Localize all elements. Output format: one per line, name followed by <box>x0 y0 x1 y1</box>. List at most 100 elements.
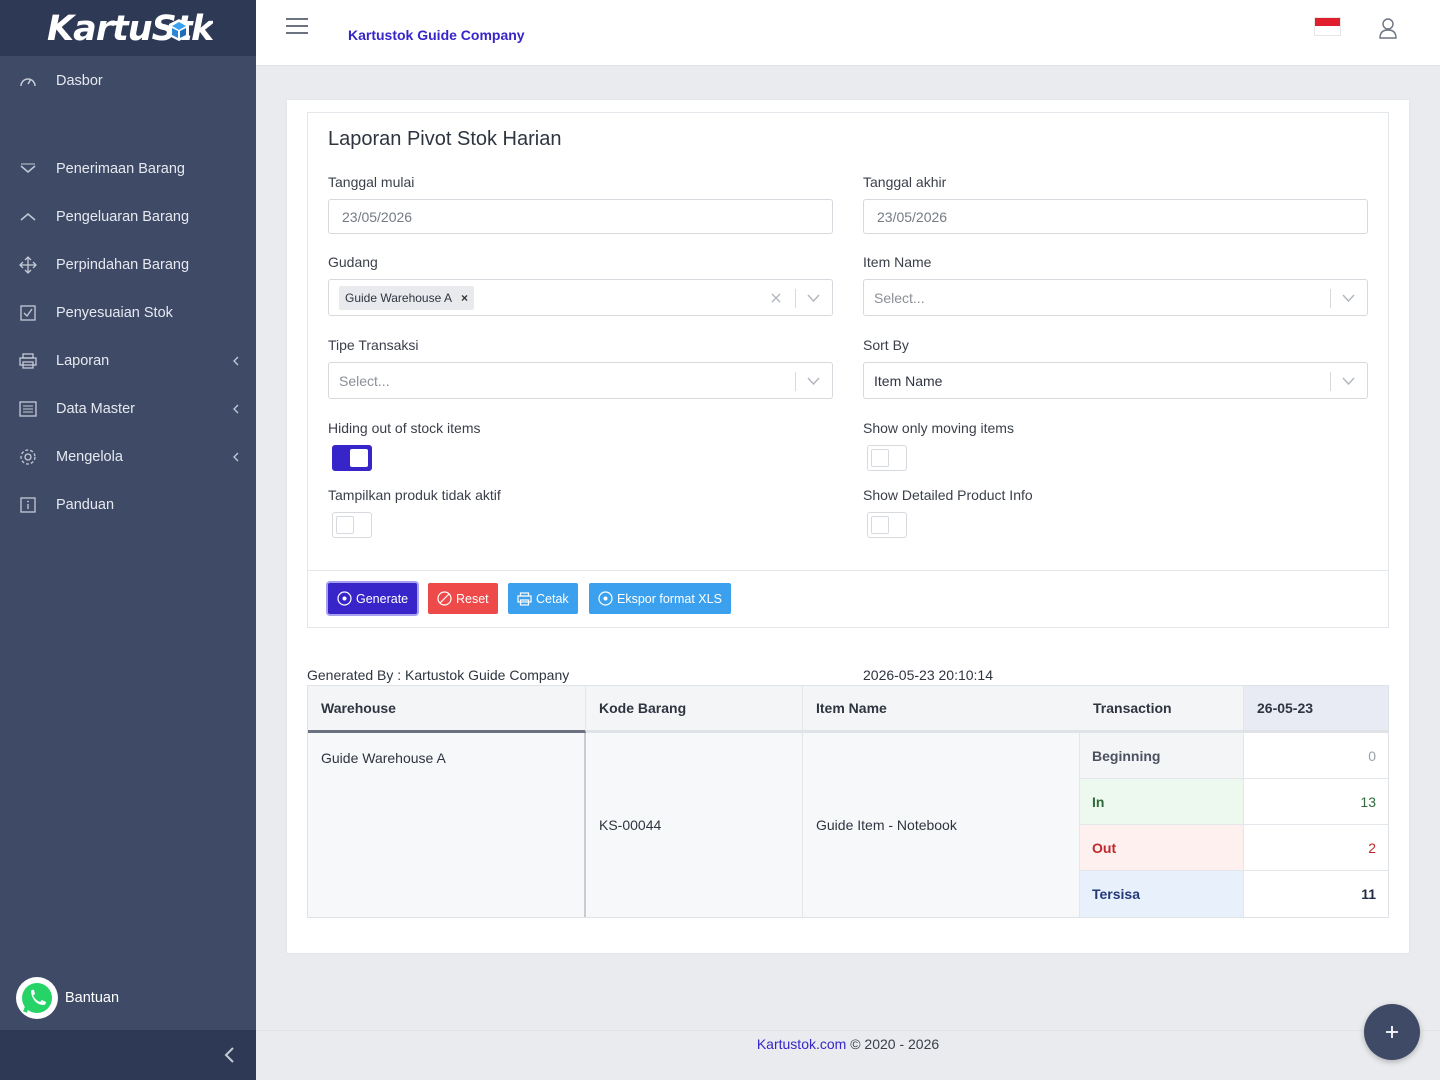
add-fab-button[interactable] <box>1364 1004 1420 1060</box>
collapse-sidebar-icon[interactable] <box>220 1045 240 1065</box>
inactive-products-toggle[interactable] <box>332 512 372 538</box>
sidebar-item-dasbor[interactable]: Dasbor <box>0 61 256 101</box>
sidebar-item-label: Penyesuaian Stok <box>56 305 173 321</box>
kartustok-logo: KartuSt k <box>47 9 213 49</box>
sidebar-item-panduan[interactable]: Panduan <box>0 485 256 525</box>
sidebar-footer <box>0 1030 256 1080</box>
sidebar-item-label: Pengeluaran Barang <box>56 209 190 225</box>
generated-at-text: 2026-05-23 20:10:14 <box>863 667 993 683</box>
filter-form-card: Laporan Pivot Stok Harian Tanggal mulai … <box>307 112 1389 628</box>
hide-oos-toggle[interactable] <box>332 445 372 471</box>
target-icon <box>598 591 613 606</box>
user-icon[interactable] <box>1378 17 1398 39</box>
dashboard-icon <box>19 72 37 90</box>
company-name: Kartustok Guide Company <box>348 27 525 43</box>
list-icon <box>19 400 37 418</box>
cell-item-name: Guide Item - Notebook <box>803 733 1080 917</box>
tx-value-in: 13 <box>1244 779 1388 825</box>
inactive-products-label: Tampilkan produk tidak aktif <box>328 487 501 503</box>
reset-label: Reset <box>456 591 489 606</box>
sidebar-item-data-master[interactable]: Data Master <box>0 389 256 429</box>
sidebar-item-label: Panduan <box>56 497 115 513</box>
copyright-text: © 2020 - 2026 <box>850 1036 940 1052</box>
indonesia-flag-icon[interactable] <box>1315 18 1340 35</box>
generate-button[interactable]: Generate <box>328 583 418 614</box>
end-date-input[interactable]: 23/05/2026 <box>863 199 1368 234</box>
tx-type-placeholder: Select... <box>339 372 390 389</box>
end-date-label: Tanggal akhir <box>863 174 947 190</box>
tx-value-beginning: 0 <box>1244 733 1388 779</box>
kartustok-link[interactable]: Kartustok.com <box>757 1036 846 1052</box>
column-header-item[interactable]: Item Name <box>803 686 1080 733</box>
chevron-down-icon <box>807 294 820 303</box>
tx-value-remaining: 11 <box>1361 886 1376 902</box>
chevron-up-icon <box>19 208 37 226</box>
detailed-info-label: Show Detailed Product Info <box>863 487 1033 503</box>
column-header-date[interactable]: 26-05-23 <box>1244 686 1388 733</box>
item-name-label: Item Name <box>863 254 932 270</box>
sidebar-item-label: Mengelola <box>56 449 123 465</box>
sidebar-item-label: Dasbor <box>56 73 103 89</box>
plus-icon <box>1386 1026 1398 1038</box>
chevron-left-icon <box>233 356 239 366</box>
print-label: Cetak <box>536 591 569 606</box>
start-date-label: Tanggal mulai <box>328 174 415 190</box>
sidebar-item-label: Penerimaan Barang <box>56 161 185 177</box>
clear-icon[interactable] <box>770 292 782 304</box>
sidebar-item-penyesuaian-stok[interactable]: Penyesuaian Stok <box>0 293 256 333</box>
warehouse-chip: Guide Warehouse A × <box>339 285 474 310</box>
tx-label-in: In <box>1080 779 1244 825</box>
sidebar-item-penerimaan-barang[interactable]: Penerimaan Barang <box>0 149 256 189</box>
column-header-code[interactable]: Kode Barang <box>586 686 803 733</box>
whatsapp-icon <box>16 977 58 1019</box>
chip-remove-icon[interactable]: × <box>461 291 468 305</box>
hide-oos-label: Hiding out of stock items <box>328 420 481 436</box>
chevron-left-icon <box>233 404 239 414</box>
tx-value-out: 2 <box>1244 825 1388 871</box>
page-footer: Kartustok.com © 2020 - 2026 <box>256 1030 1440 1080</box>
page-title: Laporan Pivot Stok Harian <box>328 128 562 150</box>
moving-items-toggle[interactable] <box>867 445 907 471</box>
sort-by-select[interactable]: Item Name <box>863 362 1368 399</box>
target-icon <box>337 591 352 606</box>
export-xls-button[interactable]: Ekspor format XLS <box>589 583 731 614</box>
tx-type-select[interactable]: Select... <box>328 362 833 399</box>
column-header-transaction[interactable]: Transaction <box>1080 686 1244 733</box>
generated-by-text: Generated By : Kartustok Guide Company <box>307 667 570 683</box>
sidebar-item-mengelola[interactable]: Mengelola <box>0 437 256 477</box>
tx-label-beginning: Beginning <box>1080 733 1244 779</box>
detailed-info-toggle[interactable] <box>867 512 907 538</box>
checkbox-icon <box>19 304 37 322</box>
chevron-down-icon <box>19 160 37 178</box>
pivot-table: Warehouse Kode Barang Item Name Transact… <box>307 685 1389 918</box>
cell-warehouse: Guide Warehouse A <box>308 733 586 917</box>
reset-button[interactable]: Reset <box>428 583 498 614</box>
tx-label-out: Out <box>1080 825 1244 871</box>
gear-icon <box>19 448 37 466</box>
warehouse-select[interactable]: Guide Warehouse A × <box>328 279 833 316</box>
chevron-down-icon <box>807 377 820 386</box>
brand-logo[interactable]: KartuSt k <box>0 0 256 56</box>
sort-by-value: Item Name <box>874 372 943 389</box>
printer-icon <box>517 591 532 606</box>
item-name-placeholder: Select... <box>874 289 925 306</box>
hamburger-menu-icon[interactable] <box>286 18 308 36</box>
moving-items-label: Show only moving items <box>863 420 1014 436</box>
print-button[interactable]: Cetak <box>508 583 578 614</box>
sidebar-item-label: Data Master <box>56 401 135 417</box>
warehouse-label: Gudang <box>328 254 378 270</box>
top-header: Kartustok Guide Company <box>256 0 1440 66</box>
generate-label: Generate <box>356 591 409 606</box>
sidebar: KartuSt k Dasbor Penerimaan Barang Penge… <box>0 0 256 1080</box>
export-label: Ekspor format XLS <box>617 591 722 606</box>
column-header-warehouse[interactable]: Warehouse <box>308 686 586 733</box>
sidebar-item-laporan[interactable]: Laporan <box>0 341 256 381</box>
start-date-input[interactable]: 23/05/2026 <box>328 199 833 234</box>
svg-text:k: k <box>191 9 213 49</box>
help-label: Bantuan <box>65 990 120 1006</box>
sidebar-item-pengeluaran-barang[interactable]: Pengeluaran Barang <box>0 197 256 237</box>
item-name-select[interactable]: Select... <box>863 279 1368 316</box>
chevron-down-icon <box>1342 377 1355 386</box>
sidebar-item-perpindahan-barang[interactable]: Perpindahan Barang <box>0 245 256 285</box>
help-button[interactable]: Bantuan <box>16 977 119 1019</box>
